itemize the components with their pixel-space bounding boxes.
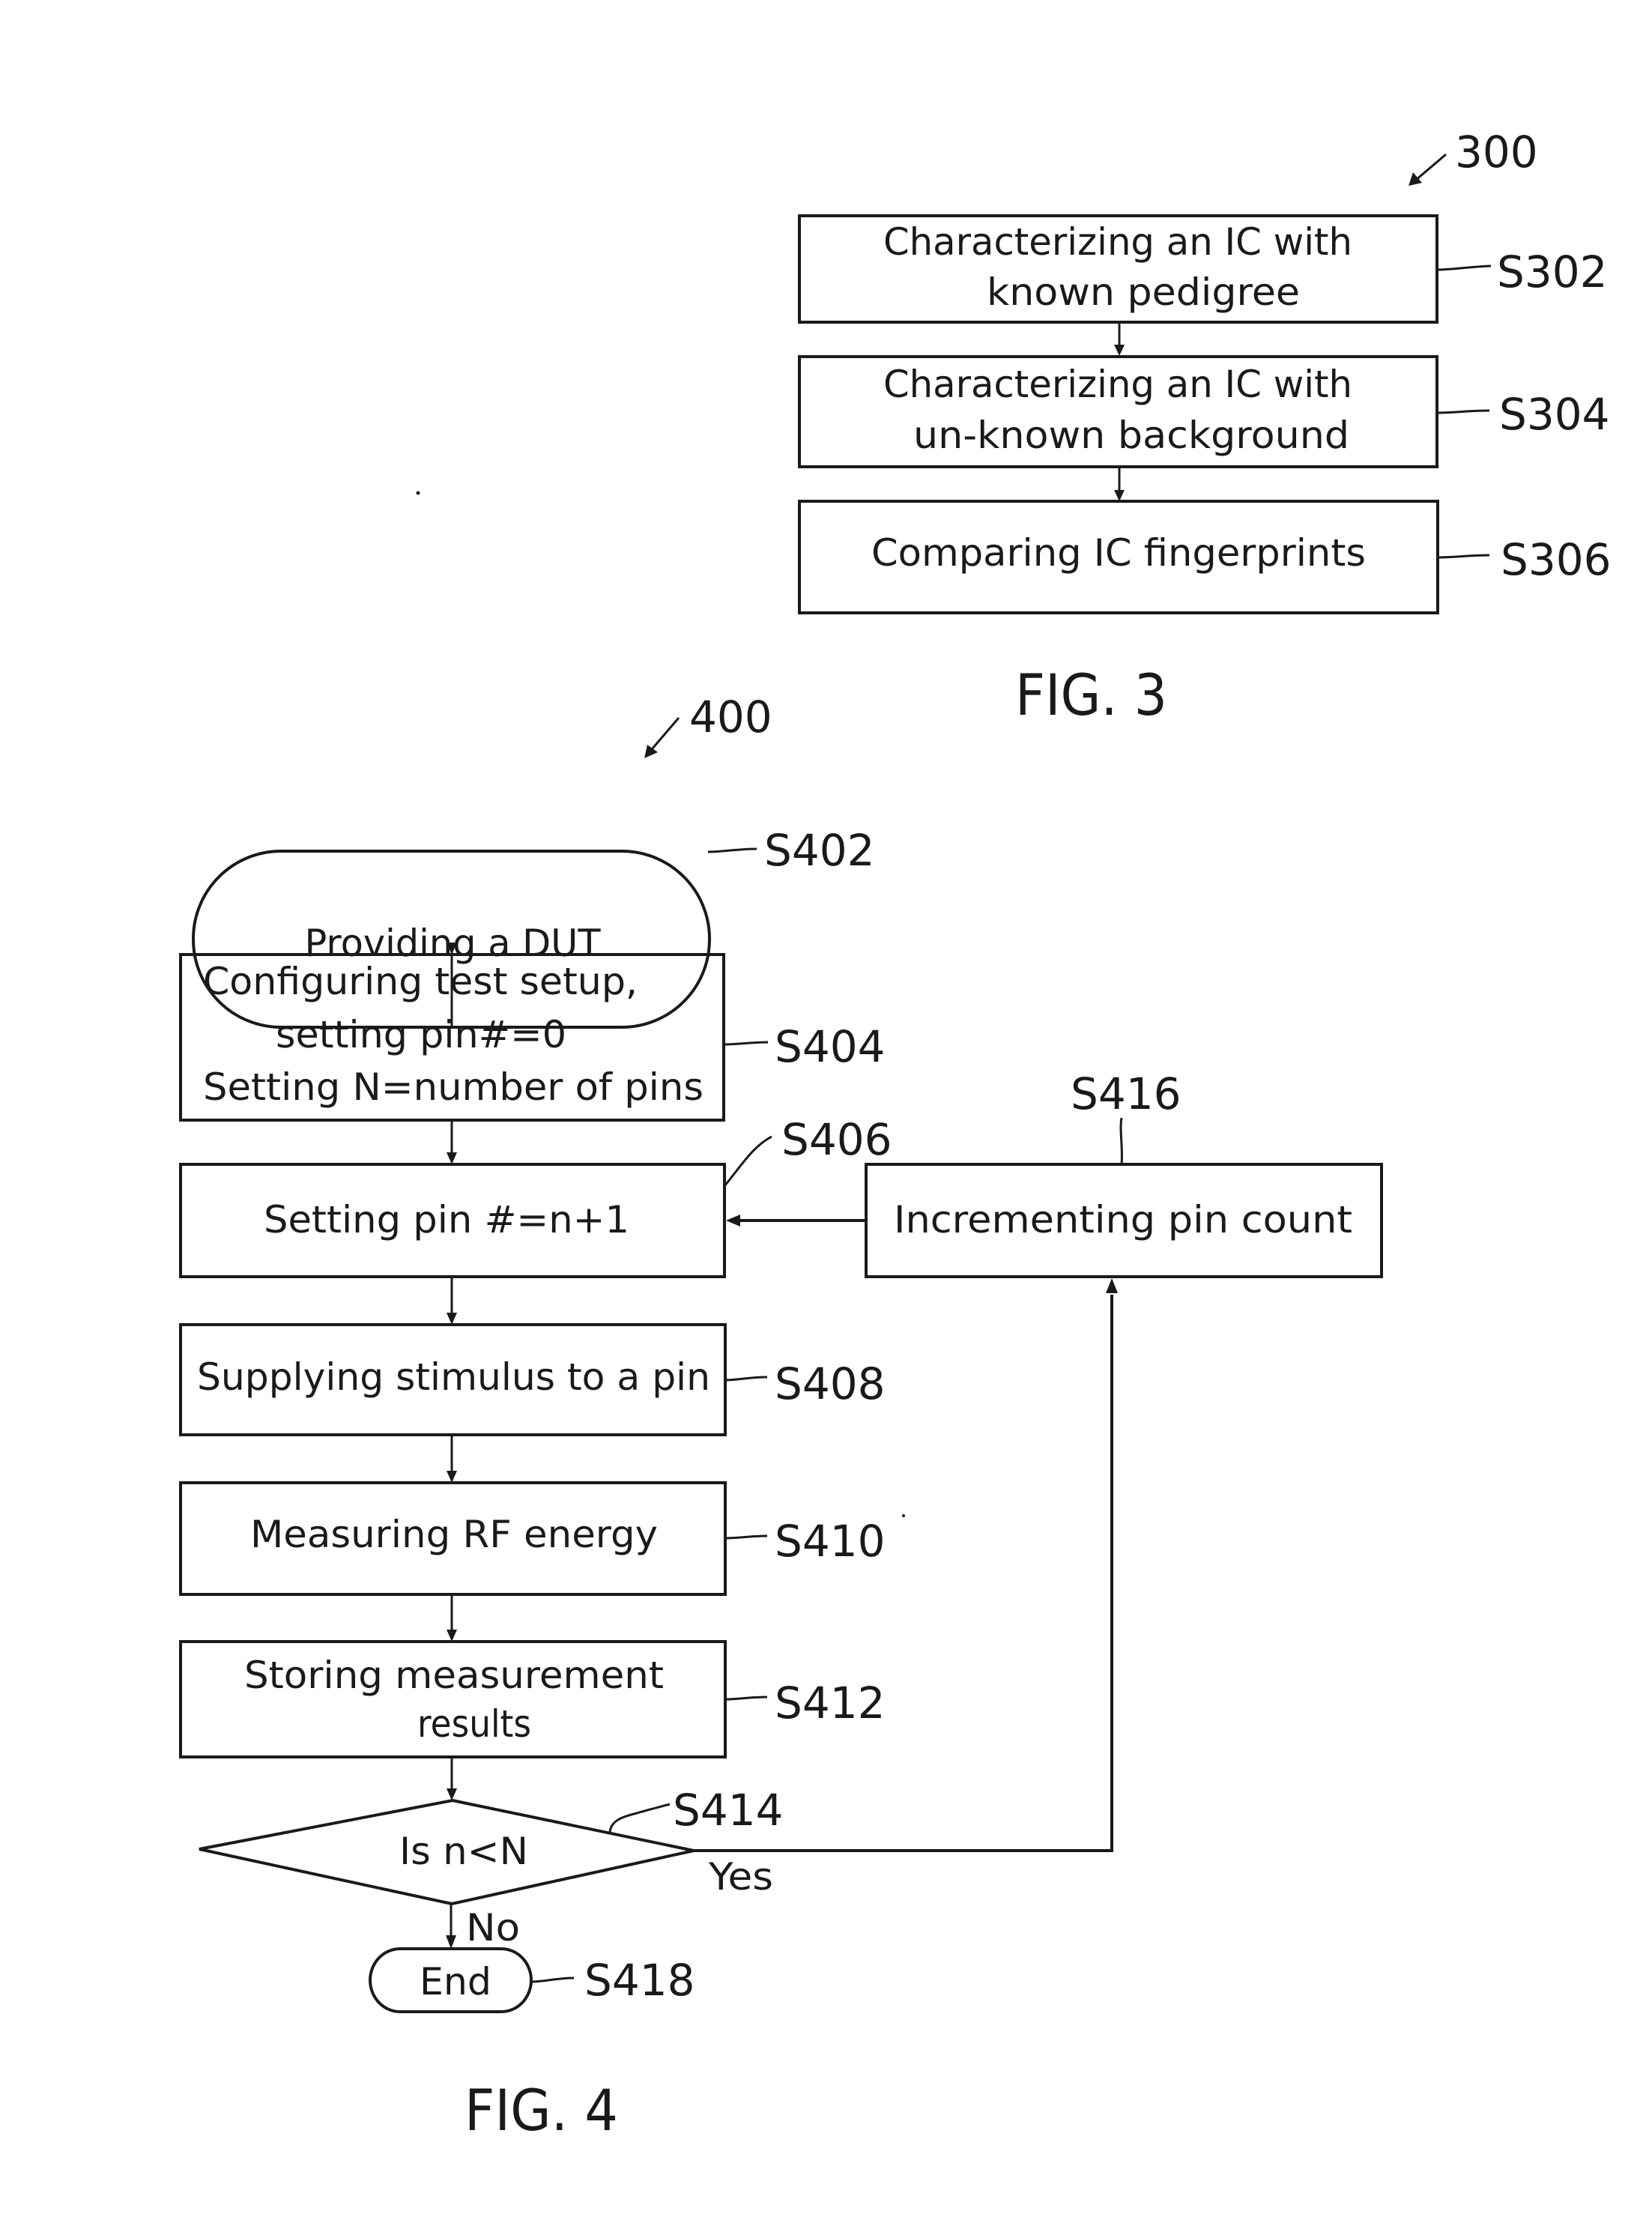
step-s304-text-line-1: Characterizing an IC with <box>883 363 1352 406</box>
connector-arrow-s406-s408 <box>447 1277 457 1325</box>
arrowhead-icon <box>447 1471 457 1483</box>
step-s414-label: S414 <box>673 1785 784 1836</box>
step-s402-label: S402 <box>764 825 875 876</box>
step-s406: Setting pin #=n+1 S406 <box>179 1114 892 1278</box>
connector-arrow-s416-s406 <box>726 1215 866 1227</box>
step-s416-leader-line <box>1119 1117 1123 1165</box>
step-s414-text: Is n<N <box>399 1830 528 1873</box>
step-s416-text: Incrementing pin count <box>894 1198 1352 1241</box>
step-s414: Is n<N S414 <box>199 1785 784 1906</box>
step-s406-leader-line <box>723 1135 772 1187</box>
figure-3: 300 Characterizing an IC with known pedi… <box>798 127 1612 728</box>
connector-arrow-s404-s406 <box>447 1120 457 1164</box>
step-s304-text-line-2: un-known background <box>913 414 1349 457</box>
step-s306-label: S306 <box>1501 534 1612 585</box>
step-s412: Storing measurement results S412 <box>179 1640 886 1758</box>
yes-branch-label: Yes <box>708 1855 773 1899</box>
step-s408-text: Supplying stimulus to a pin <box>197 1355 710 1399</box>
step-s302: Characterizing an IC with known pedigree… <box>798 214 1608 324</box>
step-s404-text-line-3: Setting N=number of pins <box>203 1065 704 1109</box>
step-s302-leader-line <box>1436 264 1492 271</box>
step-s410-text: Measuring RF energy <box>250 1513 658 1556</box>
step-s306-text-line-1: Comparing IC fingerprints <box>871 531 1366 575</box>
patent-drawing-sheet: 300 Characterizing an IC with known pedi… <box>179 127 1612 2144</box>
reference-arrow-icon <box>1409 153 1447 186</box>
step-s418-label: S418 <box>584 1955 695 2006</box>
step-s410-leader-line <box>724 1534 768 1540</box>
scan-speck <box>416 491 420 495</box>
step-s306-leader-line <box>1437 554 1490 559</box>
step-s410-label: S410 <box>775 1516 886 1567</box>
step-s408-leader-line <box>724 1376 768 1382</box>
no-branch-label: No <box>466 1906 520 1950</box>
step-s404-leader-line <box>723 1041 769 1046</box>
step-s412-label: S412 <box>775 1678 886 1728</box>
figure-4: 400 Providing a DUT S402 Configuring tes… <box>179 692 1383 2144</box>
step-s302-text-line-1: Characterizing an IC with <box>883 220 1352 264</box>
step-s418-leader-line <box>530 1976 575 1983</box>
figure-4-reference-number: 400 <box>689 692 772 742</box>
step-s406-label: S406 <box>781 1114 892 1165</box>
step-s414-leader-line <box>608 1803 671 1833</box>
arrowhead-icon <box>447 1788 457 1800</box>
step-s302-text-line-2: known pedigree <box>987 270 1300 314</box>
step-s302-label: S302 <box>1497 247 1608 297</box>
step-s408: Supplying stimulus to a pin S408 <box>179 1323 886 1436</box>
step-s418-text: End <box>420 1960 491 2003</box>
step-s404-text-line-1: Configuring test setup, <box>203 960 638 1003</box>
arrowhead-icon <box>447 1152 457 1164</box>
arrowhead-icon <box>447 1313 457 1325</box>
figure-4-caption: FIG. 4 <box>465 2077 618 2144</box>
figure-3-caption: FIG. 3 <box>1015 662 1167 728</box>
step-s416-label: S416 <box>1071 1068 1181 1119</box>
step-s304-label: S304 <box>1499 389 1610 440</box>
step-s412-text-line-2: results <box>417 1702 531 1746</box>
step-s404-label: S404 <box>775 1021 886 1072</box>
step-s412-text-line-1: Storing measurement <box>244 1654 664 1697</box>
connector-arrow-s304-s306 <box>1114 467 1125 501</box>
step-s408-label: S408 <box>775 1358 886 1409</box>
figure-3-reference-number: 300 <box>1455 127 1538 178</box>
step-s410: Measuring RF energy S410 <box>179 1481 886 1596</box>
step-s304: Characterizing an IC with un-known backg… <box>798 355 1610 468</box>
step-s406-text: Setting pin #=n+1 <box>264 1198 629 1241</box>
step-s402-leader-line <box>707 847 757 853</box>
step-s404: Configuring test setup, setting pin#=0 S… <box>179 953 886 1122</box>
connector-arrow-s408-s410 <box>447 1435 457 1483</box>
connector-arrow-s302-s304 <box>1114 322 1125 356</box>
step-s304-leader-line <box>1437 409 1490 414</box>
scan-speck <box>902 1514 905 1517</box>
connector-no-branch: No <box>446 1904 520 1950</box>
reference-arrow-icon <box>644 717 680 758</box>
step-s306: Comparing IC fingerprints S306 <box>798 500 1612 614</box>
step-s412-leader-line <box>724 1696 768 1701</box>
connector-arrow-s412-s414 <box>447 1757 457 1800</box>
connector-arrow-s410-s412 <box>447 1594 457 1642</box>
step-s418: End S418 <box>369 1947 695 2013</box>
step-s416: Incrementing pin count S416 <box>865 1068 1383 1278</box>
step-s404-text-line-2: setting pin#=0 <box>276 1013 566 1056</box>
arrowhead-icon <box>447 1630 457 1642</box>
